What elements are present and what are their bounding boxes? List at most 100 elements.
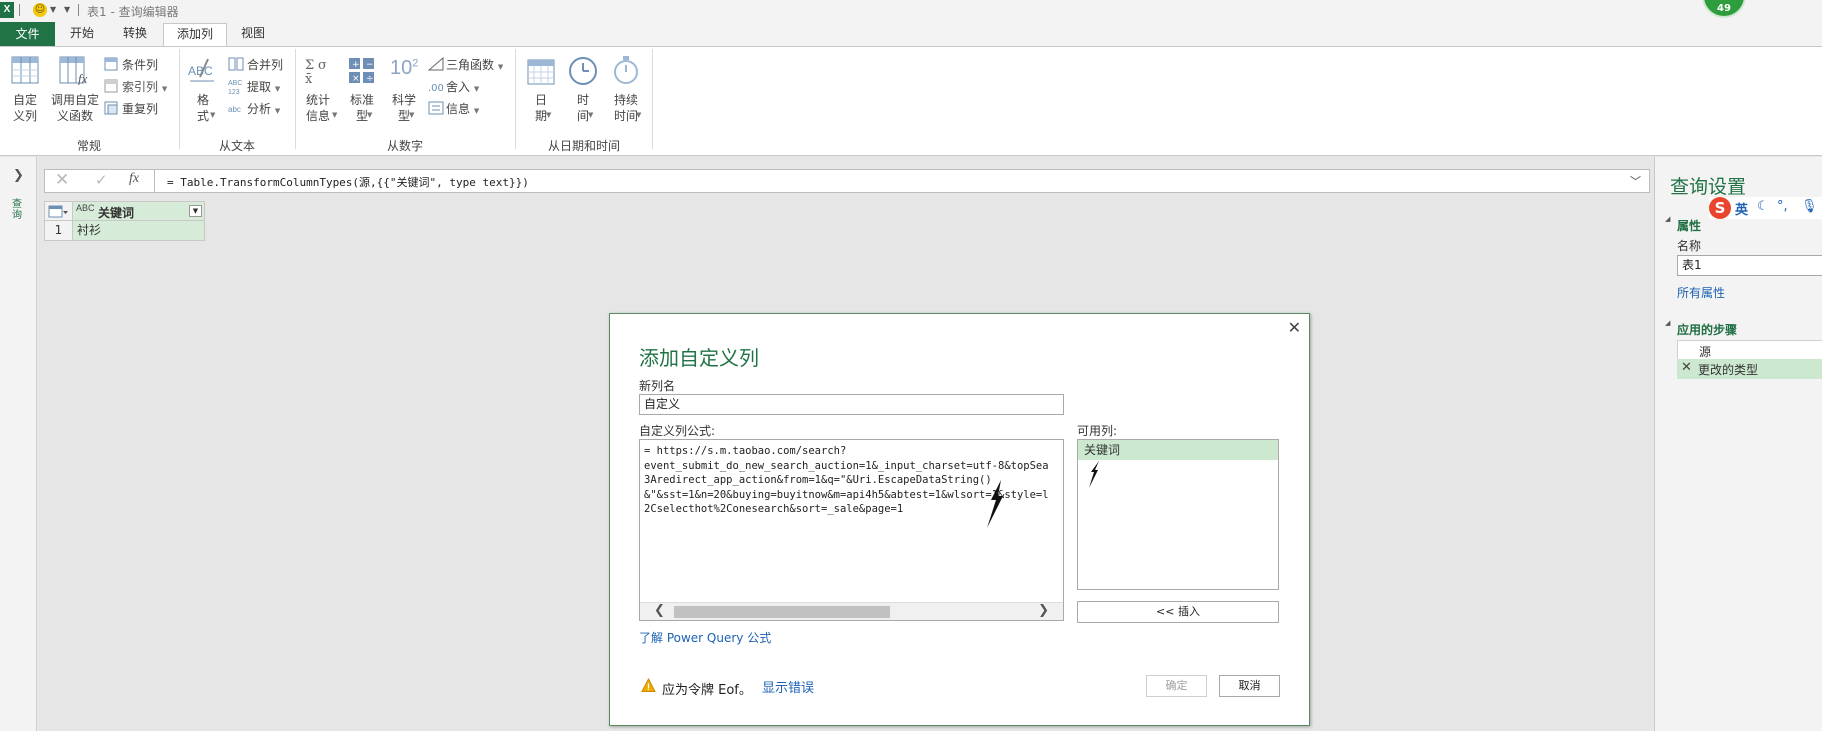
- statistics-button[interactable]: 统计 信息: [300, 92, 336, 124]
- formula-editor[interactable]: = https://s.m.taobao.com/search? event_s…: [639, 439, 1064, 621]
- ribbon: 自定 义列 fx 调用自定 义函数 条件列 索引列 ▼ 重复列 常规 ABC 格…: [0, 46, 1822, 156]
- index-column-label: 索引列: [122, 80, 159, 94]
- close-icon[interactable]: ✕: [1288, 318, 1301, 337]
- chevron-down-icon: ▼: [636, 111, 642, 119]
- group-divider: [515, 49, 516, 149]
- merge-columns-button[interactable]: 合并列: [247, 56, 283, 73]
- group-divider: [179, 49, 180, 149]
- rounding-button[interactable]: 舍入 ▼: [446, 78, 479, 95]
- rounding-label: 舍入: [446, 80, 471, 94]
- queries-pane-label[interactable]: 查询: [12, 199, 26, 221]
- insert-button[interactable]: << 插入: [1077, 601, 1279, 623]
- chevron-down-icon: ▼: [473, 85, 480, 93]
- parse-label: 分析: [247, 102, 272, 116]
- learn-power-query-link[interactable]: 了解 Power Query 公式: [639, 629, 771, 646]
- column-filter-icon[interactable]: ▼: [189, 205, 202, 217]
- tab-file[interactable]: 文件: [0, 22, 55, 46]
- stopwatch-icon: [614, 56, 638, 84]
- ime-english-toggle[interactable]: 英: [1735, 199, 1748, 218]
- tab-transform[interactable]: 转换: [115, 23, 155, 46]
- list-item[interactable]: 关键词: [1078, 440, 1278, 460]
- collapse-triangle-icon[interactable]: ◢: [1665, 319, 1670, 327]
- chevron-down-icon: ▼: [409, 111, 415, 119]
- index-column-button[interactable]: 索引列 ▼: [122, 78, 167, 95]
- date-button[interactable]: 日 期: [523, 92, 559, 124]
- annotation-arrow-icon: [987, 480, 1003, 528]
- expand-formula-icon[interactable]: ﹀: [1630, 173, 1641, 189]
- sogou-ime-icon[interactable]: S: [1709, 197, 1731, 219]
- chevron-down-icon[interactable]: ▼: [50, 5, 56, 14]
- formula-label: 自定义列公式:: [639, 424, 716, 438]
- show-errors-link[interactable]: 显示错误: [762, 677, 814, 696]
- step-label: 源: [1699, 345, 1712, 359]
- formula-buttons: ✕ ✓ fx: [45, 170, 155, 192]
- cancel-button[interactable]: 取消: [1219, 675, 1280, 697]
- table-menu-icon[interactable]: [44, 201, 73, 221]
- format-label: 格 式: [196, 93, 209, 123]
- column-header-keyword[interactable]: ABC 关键词 ▼: [72, 201, 205, 221]
- scroll-right-icon[interactable]: ❯: [1038, 603, 1049, 618]
- time-button[interactable]: 时 间: [565, 92, 601, 124]
- scientific-button[interactable]: 科学 型: [386, 92, 422, 124]
- svg-text:÷: ÷: [366, 74, 374, 84]
- confirm-formula-icon[interactable]: ✓: [95, 171, 108, 189]
- group-divider: [652, 49, 653, 149]
- invoke-custom-function-button[interactable]: 调用自定 义函数: [48, 92, 102, 124]
- formula-text[interactable]: = Table.TransformColumnTypes(源,{{"关键词", …: [167, 174, 529, 190]
- svg-text:!: !: [647, 682, 650, 692]
- delete-step-icon[interactable]: ✕: [1681, 360, 1692, 375]
- formula-line: 3Aredirect_app_action&from=1&q="&Uri.Esc…: [644, 474, 992, 486]
- tab-view[interactable]: 视图: [233, 23, 273, 46]
- duration-button[interactable]: 持续 时间: [604, 92, 648, 124]
- fx-icon[interactable]: fx: [129, 171, 139, 187]
- available-columns-list[interactable]: 关键词: [1077, 439, 1279, 590]
- invoke-function-icon: fx: [59, 56, 88, 85]
- collapse-triangle-icon[interactable]: ◢: [1665, 215, 1670, 223]
- conditional-column-button[interactable]: 条件列: [122, 56, 158, 73]
- custom-column-button[interactable]: 自定 义列: [8, 92, 42, 124]
- custom-column-icon: [11, 56, 39, 84]
- divider: [19, 4, 20, 16]
- trig-button[interactable]: 三角函数 ▼: [446, 56, 503, 73]
- chevron-down-icon: ▼: [210, 111, 216, 119]
- microphone-icon[interactable]: 🎙: [1801, 199, 1818, 214]
- chevron-down-icon: ▼: [274, 107, 281, 115]
- quick-access-menu-icon[interactable]: ▼: [64, 5, 70, 14]
- query-name-input[interactable]: 表1: [1677, 255, 1822, 276]
- applied-step-item-selected[interactable]: ✕ 更改的类型: [1677, 359, 1822, 379]
- extract-button[interactable]: 提取 ▼: [247, 78, 280, 95]
- text-type-icon[interactable]: ABC: [76, 203, 95, 213]
- step-label: 更改的类型: [1698, 363, 1759, 377]
- cancel-formula-icon[interactable]: ✕: [55, 170, 69, 190]
- name-label: 名称: [1677, 239, 1702, 253]
- chevron-right-icon[interactable]: ❯: [13, 168, 24, 183]
- applied-step-item[interactable]: 源: [1677, 340, 1822, 360]
- scrollbar-thumb[interactable]: [674, 606, 890, 618]
- add-custom-column-dialog: ✕ 添加自定义列 新列名 自定义 自定义列公式: = https://s.m.t…: [609, 313, 1310, 726]
- horizontal-scrollbar[interactable]: ❮ ❯: [640, 602, 1063, 620]
- ok-button[interactable]: 确定: [1146, 675, 1207, 697]
- duplicate-column-button[interactable]: 重复列: [122, 100, 158, 117]
- moon-icon[interactable]: ☾: [1757, 199, 1769, 214]
- punctuation-icon[interactable]: °,: [1777, 199, 1788, 214]
- chevron-down-icon: ▼: [473, 107, 480, 115]
- tab-add-column[interactable]: 添加列: [163, 23, 227, 47]
- group-general-label: 常规: [76, 139, 101, 153]
- group-divider: [295, 49, 296, 149]
- ime-toolbar: S 英 ☾ °, 🎙: [1709, 197, 1822, 219]
- parse-button[interactable]: 分析 ▼: [247, 100, 280, 117]
- window-title: 表1 - 查询编辑器: [87, 5, 179, 19]
- clock-icon: [569, 57, 597, 85]
- chevron-down-icon: ▼: [161, 85, 168, 93]
- standard-button[interactable]: 标准 型: [344, 92, 380, 124]
- divider: [78, 4, 79, 16]
- tab-home[interactable]: 开始: [62, 23, 102, 46]
- format-button[interactable]: 格 式: [190, 92, 216, 124]
- table-cell[interactable]: 衬衫: [72, 220, 205, 241]
- statistics-icon: Σσ x̄: [305, 58, 327, 85]
- new-column-name-input[interactable]: 自定义: [639, 394, 1064, 415]
- smiley-icon[interactable]: ☺: [33, 3, 47, 17]
- information-button[interactable]: 信息 ▼: [446, 100, 479, 117]
- all-properties-link[interactable]: 所有属性: [1677, 284, 1725, 301]
- scroll-left-icon[interactable]: ❮: [654, 603, 665, 618]
